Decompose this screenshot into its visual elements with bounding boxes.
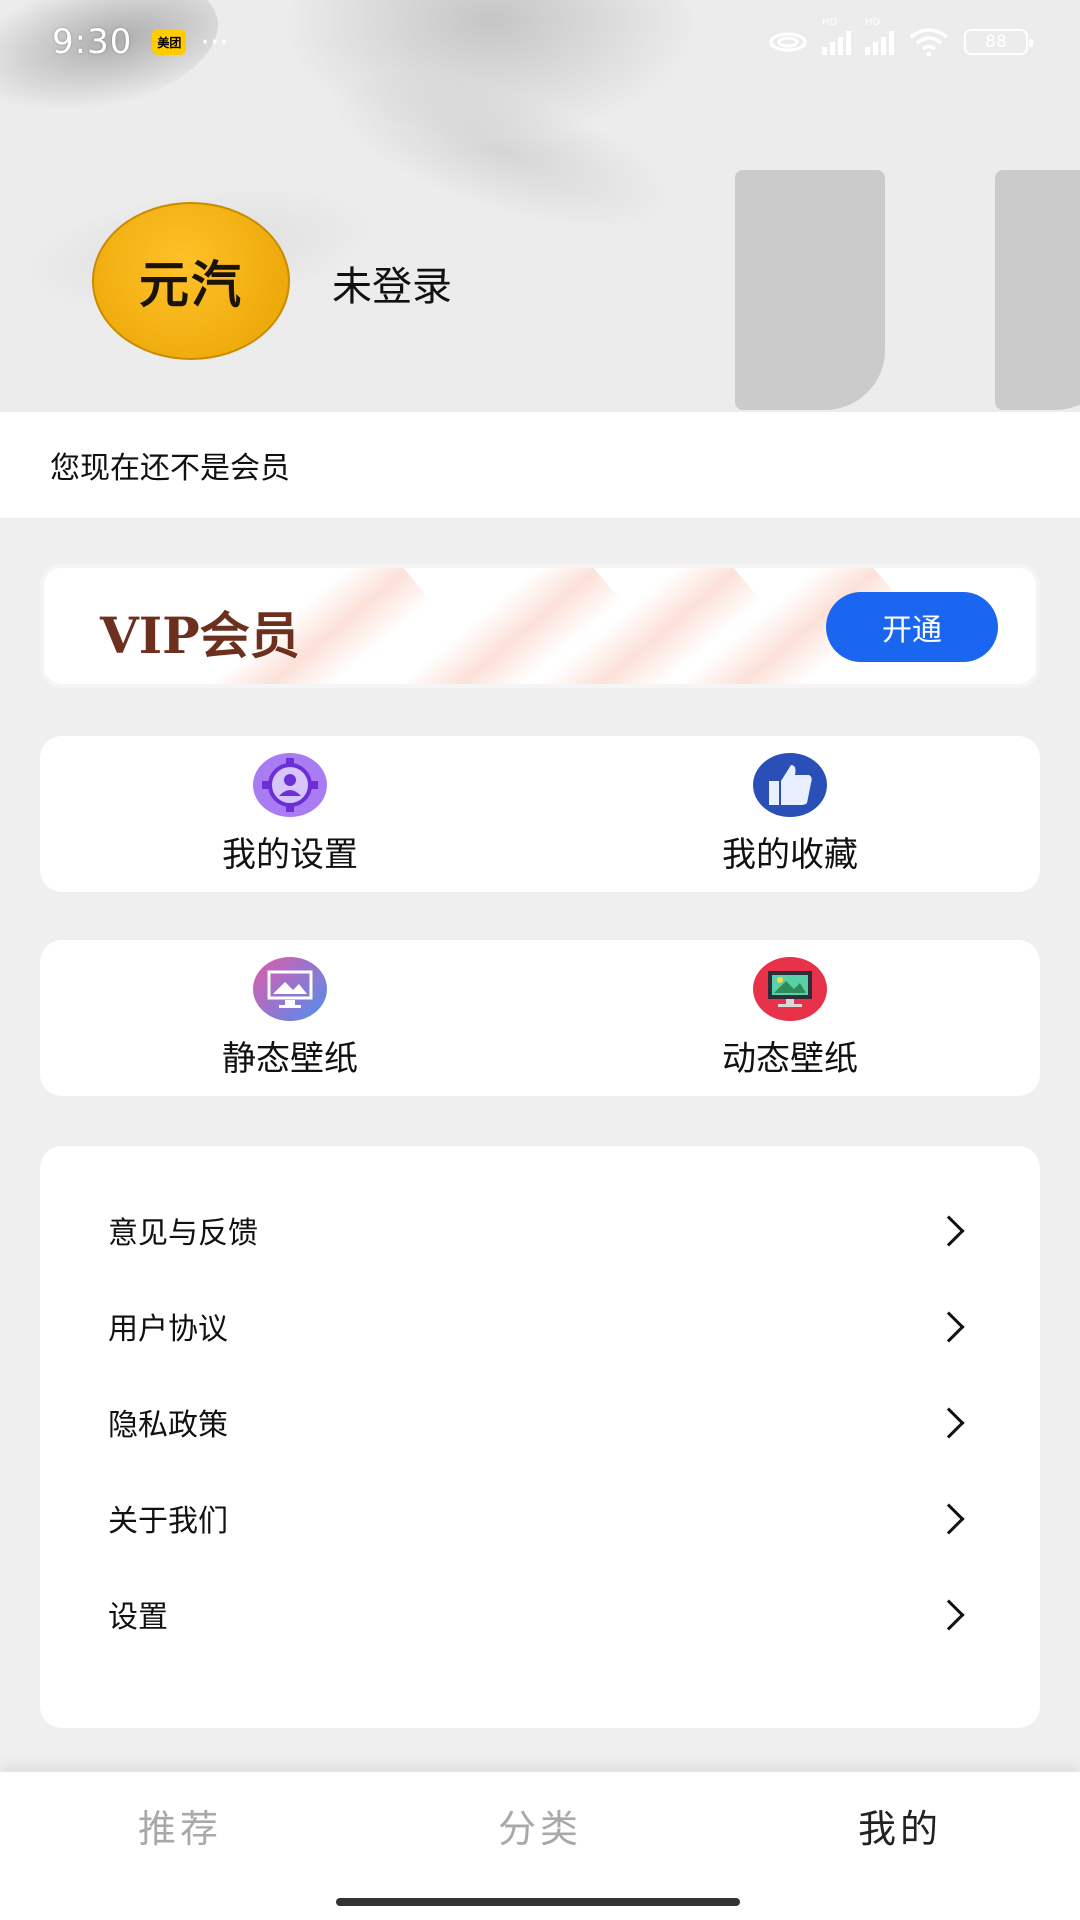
more-notifications-icon: ··· bbox=[200, 24, 229, 60]
settings-menu: 意见与反馈 用户协议 隐私政策 关于我们 设置 bbox=[40, 1146, 1040, 1728]
meituan-app-icon: 美团 bbox=[152, 29, 187, 55]
thumbs-up-icon bbox=[753, 752, 827, 817]
chevron-right-icon bbox=[933, 1503, 965, 1535]
member-status-bar: 您现在还不是会员 bbox=[0, 412, 1080, 518]
home-indicator[interactable] bbox=[336, 1898, 740, 1906]
menu-item-about-us[interactable]: 关于我们 bbox=[40, 1470, 1040, 1566]
quote-mark-decoration bbox=[735, 170, 885, 410]
status-time: 9:30 bbox=[52, 22, 133, 62]
status-bar: 9:30 美团 ··· HD HD 88 bbox=[0, 0, 1080, 84]
avatar[interactable]: 元汽 bbox=[92, 202, 290, 360]
chevron-right-icon bbox=[933, 1215, 965, 1247]
menu-item-label: 关于我们 bbox=[108, 1504, 228, 1539]
static-wallpaper-label: 静态壁纸 bbox=[222, 1038, 358, 1079]
video-monitor-icon bbox=[753, 956, 827, 1021]
gear-user-icon bbox=[253, 752, 327, 817]
open-vip-button[interactable]: 开通 bbox=[826, 592, 998, 662]
menu-item-label: 隐私政策 bbox=[108, 1408, 228, 1443]
battery-level: 88 bbox=[985, 32, 1007, 52]
menu-item-label: 设置 bbox=[108, 1600, 168, 1635]
my-favorites-label: 我的收藏 bbox=[722, 834, 858, 875]
tab-recommend[interactable]: 推荐 bbox=[0, 1798, 360, 1853]
menu-item-feedback[interactable]: 意见与反馈 bbox=[40, 1182, 1040, 1278]
menu-item-label: 意见与反馈 bbox=[108, 1216, 258, 1251]
link-icon bbox=[769, 32, 807, 52]
my-favorites-item[interactable]: 我的收藏 bbox=[540, 736, 1040, 892]
live-wallpaper-item[interactable]: 动态壁纸 bbox=[540, 940, 1040, 1096]
menu-item-privacy-policy[interactable]: 隐私政策 bbox=[40, 1374, 1040, 1470]
wallpaper-types-row: 静态壁纸 动态壁纸 bbox=[40, 940, 1040, 1096]
tab-category[interactable]: 分类 bbox=[360, 1798, 720, 1853]
menu-item-settings[interactable]: 设置 bbox=[40, 1566, 1040, 1662]
static-wallpaper-item[interactable]: 静态壁纸 bbox=[40, 940, 540, 1096]
vip-title: VIP会员 bbox=[100, 606, 300, 665]
tab-mine[interactable]: 我的 bbox=[720, 1798, 1080, 1853]
chevron-right-icon bbox=[933, 1407, 965, 1439]
signal-icon: HD bbox=[865, 17, 894, 55]
chevron-right-icon bbox=[933, 1311, 965, 1343]
avatar-logo-text: 元汽 bbox=[139, 255, 243, 314]
username[interactable]: 未登录 bbox=[332, 254, 452, 312]
my-settings-item[interactable]: 我的设置 bbox=[40, 736, 540, 892]
quote-mark-decoration bbox=[995, 170, 1080, 410]
menu-item-label: 用户协议 bbox=[108, 1312, 228, 1347]
signal-icon: HD bbox=[822, 17, 851, 55]
quick-actions-row: 我的设置 我的收藏 bbox=[40, 736, 1040, 892]
member-status-text: 您现在还不是会员 bbox=[50, 451, 290, 486]
chevron-right-icon bbox=[933, 1599, 965, 1631]
menu-item-user-agreement[interactable]: 用户协议 bbox=[40, 1278, 1040, 1374]
my-settings-label: 我的设置 bbox=[222, 834, 358, 875]
battery-icon: 88 bbox=[964, 29, 1033, 55]
picture-monitor-icon bbox=[253, 956, 327, 1021]
vip-card[interactable]: VIP会员 开通 bbox=[40, 564, 1040, 688]
live-wallpaper-label: 动态壁纸 bbox=[722, 1038, 858, 1079]
wifi-icon bbox=[909, 28, 949, 57]
